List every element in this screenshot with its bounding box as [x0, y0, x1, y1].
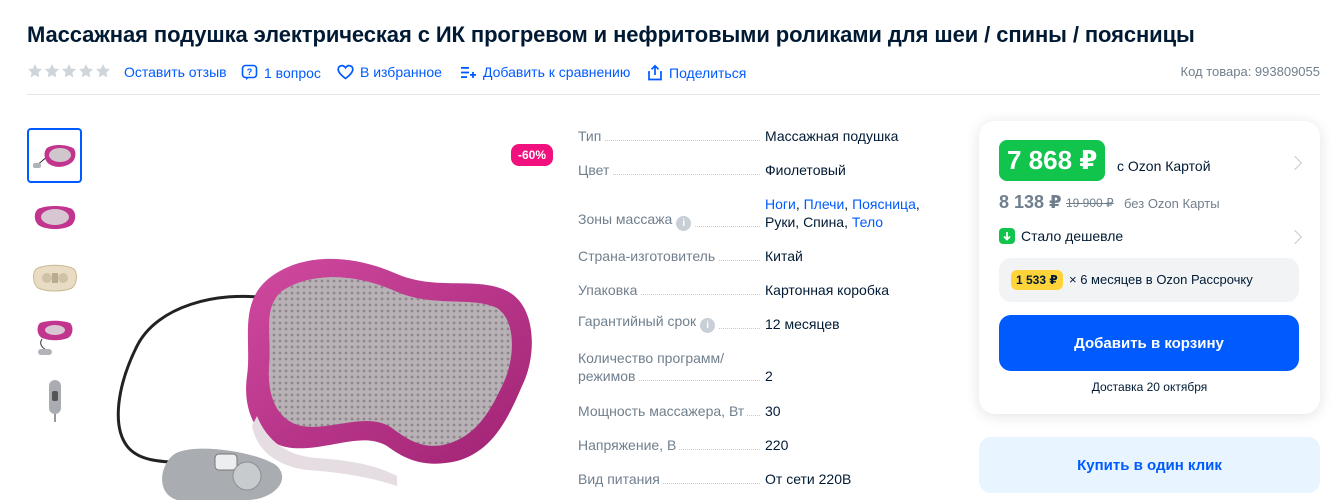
star-icon	[62, 64, 76, 78]
buy-one-click-button[interactable]: Купить в один клик	[979, 437, 1320, 493]
spec-row-voltage: Напряжение, В 220	[578, 436, 938, 454]
product-code: Код товара: 993809055	[1180, 64, 1321, 79]
info-icon[interactable]: i	[700, 318, 716, 333]
product-meta-bar: Оставить отзыв ? 1 вопрос В избранное До…	[27, 62, 1320, 84]
product-thumbnail-image	[48, 379, 61, 422]
star-icon	[28, 64, 42, 78]
spec-row-color: Цвет Фиолетовый	[578, 161, 938, 179]
thumbnail-2[interactable]	[27, 189, 82, 244]
thumbnail-5[interactable]	[27, 372, 82, 427]
spec-value: Ноги, Плечи, Поясница, Руки, Спина, Тело	[765, 195, 940, 231]
regular-price: 8 138 ₽	[999, 192, 1062, 212]
spec-value: Массажная подушка	[765, 128, 899, 144]
spec-value: От сети 220В	[765, 471, 852, 487]
arrow-down-icon	[999, 228, 1015, 244]
share-button[interactable]: Поделиться	[647, 64, 746, 81]
heart-icon	[337, 64, 354, 80]
spec-key: Вид питания	[578, 471, 663, 487]
spec-row-programs: Количество программ/режимов 2	[578, 349, 938, 385]
zone-link-body[interactable]: Тело	[852, 214, 883, 230]
spec-key-line1: Количество программ/	[578, 349, 760, 367]
spec-value: 2	[765, 368, 773, 384]
spec-key: Зоны массажа	[578, 211, 673, 227]
spec-row-warranty: Гарантийный срок i 12 месяцев	[578, 313, 938, 333]
spec-key-line2: режимов	[578, 368, 639, 384]
zone-link-shoulders[interactable]: Плечи	[804, 196, 845, 212]
leave-review-link[interactable]: Оставить отзыв	[124, 64, 227, 80]
without-card-label: без Ozon Карты	[1124, 196, 1220, 211]
spec-key: Гарантийный срок	[578, 313, 697, 329]
delivery-date: Доставка 20 октября	[1091, 380, 1208, 394]
spec-value: Картонная коробка	[765, 282, 890, 298]
product-gallery: -60%	[97, 128, 557, 500]
star-icon	[96, 64, 110, 78]
leave-review-label: Оставить отзыв	[124, 64, 227, 80]
header-divider	[27, 94, 1320, 95]
thumbnail-strip	[27, 128, 83, 433]
add-to-cart-button[interactable]: Добавить в корзину	[999, 315, 1299, 371]
price-card: 7 868 ₽ с Ozon Картой 8 138 ₽ 19 900 ₽ б…	[979, 121, 1320, 414]
chevron-right-icon[interactable]	[1287, 229, 1303, 245]
zone-link-lower-back[interactable]: Поясница	[852, 196, 916, 212]
installment-offer[interactable]: 1 533 ₽ × 6 месяцев в Ozon Рассрочку	[999, 258, 1299, 302]
thumbnail-4[interactable]	[27, 311, 82, 366]
spec-key: Тип	[578, 128, 605, 144]
star-icon	[45, 64, 59, 78]
spec-key: Страна-изготовитель	[578, 248, 719, 264]
spec-value: 220	[765, 437, 789, 453]
product-thumbnail-image	[32, 144, 75, 168]
installment-price: 1 533 ₽	[1011, 270, 1063, 290]
discount-badge: -60%	[510, 144, 553, 166]
spec-value: Китай	[765, 248, 803, 264]
page-title: Массажная подушка электрическая с ИК про…	[27, 22, 1195, 47]
rating-stars[interactable]	[27, 63, 111, 79]
spec-row-country: Страна-изготовитель Китай	[578, 247, 938, 265]
spec-row-power: Мощность массажера, Вт 30	[578, 402, 938, 420]
share-label: Поделиться	[669, 64, 747, 81]
spec-row-type: Тип Массажная подушка	[578, 127, 938, 145]
zone-separator: ,	[795, 196, 804, 212]
question-icon: ?	[241, 64, 258, 80]
thumbnail-3[interactable]	[27, 250, 82, 305]
product-thumbnail-image	[34, 205, 75, 229]
product-thumbnail-image	[37, 320, 72, 355]
compare-list-icon	[461, 66, 476, 78]
chevron-right-icon[interactable]	[1287, 155, 1303, 171]
spec-key: Напряжение, В	[578, 437, 680, 453]
questions-label: 1 вопрос	[264, 64, 321, 81]
compare-label: Добавить к сравнению	[483, 64, 631, 80]
product-main-image[interactable]	[97, 236, 557, 500]
installment-text: × 6 месяцев в Ozon Рассрочку	[1069, 272, 1253, 287]
favorites-label: В избранное	[360, 64, 442, 80]
spec-key: Мощность массажера, Вт	[578, 403, 748, 419]
price-drop-notice[interactable]: Стало дешевле	[999, 228, 1123, 244]
spec-key: Цвет	[578, 162, 613, 178]
product-thumbnail-image	[32, 264, 77, 291]
svg-text:?: ?	[247, 67, 253, 77]
zone-link-legs[interactable]: Ноги	[765, 196, 796, 212]
info-icon[interactable]: i	[676, 216, 692, 231]
thumbnail-1[interactable]	[27, 128, 82, 183]
questions-link[interactable]: ? 1 вопрос	[241, 64, 321, 81]
price-drop-label: Стало дешевле	[1021, 228, 1124, 244]
ozon-card-label: с Ozon Картой	[1117, 158, 1211, 174]
spec-row-massage-zones: Зоны массажа i Ноги, Плечи, Поясница, Руки…	[578, 195, 938, 231]
old-price: 19 900 ₽	[1066, 196, 1114, 210]
zone-separator: ,	[915, 196, 920, 212]
add-to-compare-button[interactable]: Добавить к сравнению	[460, 64, 630, 80]
star-icon	[79, 64, 93, 78]
spec-row-packaging: Упаковка Картонная коробка	[578, 281, 938, 299]
spec-value: 30	[765, 403, 781, 419]
ozon-card-price[interactable]: 7 868 ₽	[999, 140, 1106, 181]
zone-text-arms-back: Руки, Спина,	[765, 214, 852, 230]
spec-row-power-source: Вид питания От сети 220В	[578, 470, 938, 488]
share-icon	[648, 64, 662, 81]
spec-key: Упаковка	[578, 282, 641, 298]
spec-value: Фиолетовый	[765, 162, 846, 178]
spec-value: 12 месяцев	[765, 316, 840, 332]
add-to-favorites-button[interactable]: В избранное	[337, 64, 442, 80]
zone-separator: ,	[844, 196, 853, 212]
